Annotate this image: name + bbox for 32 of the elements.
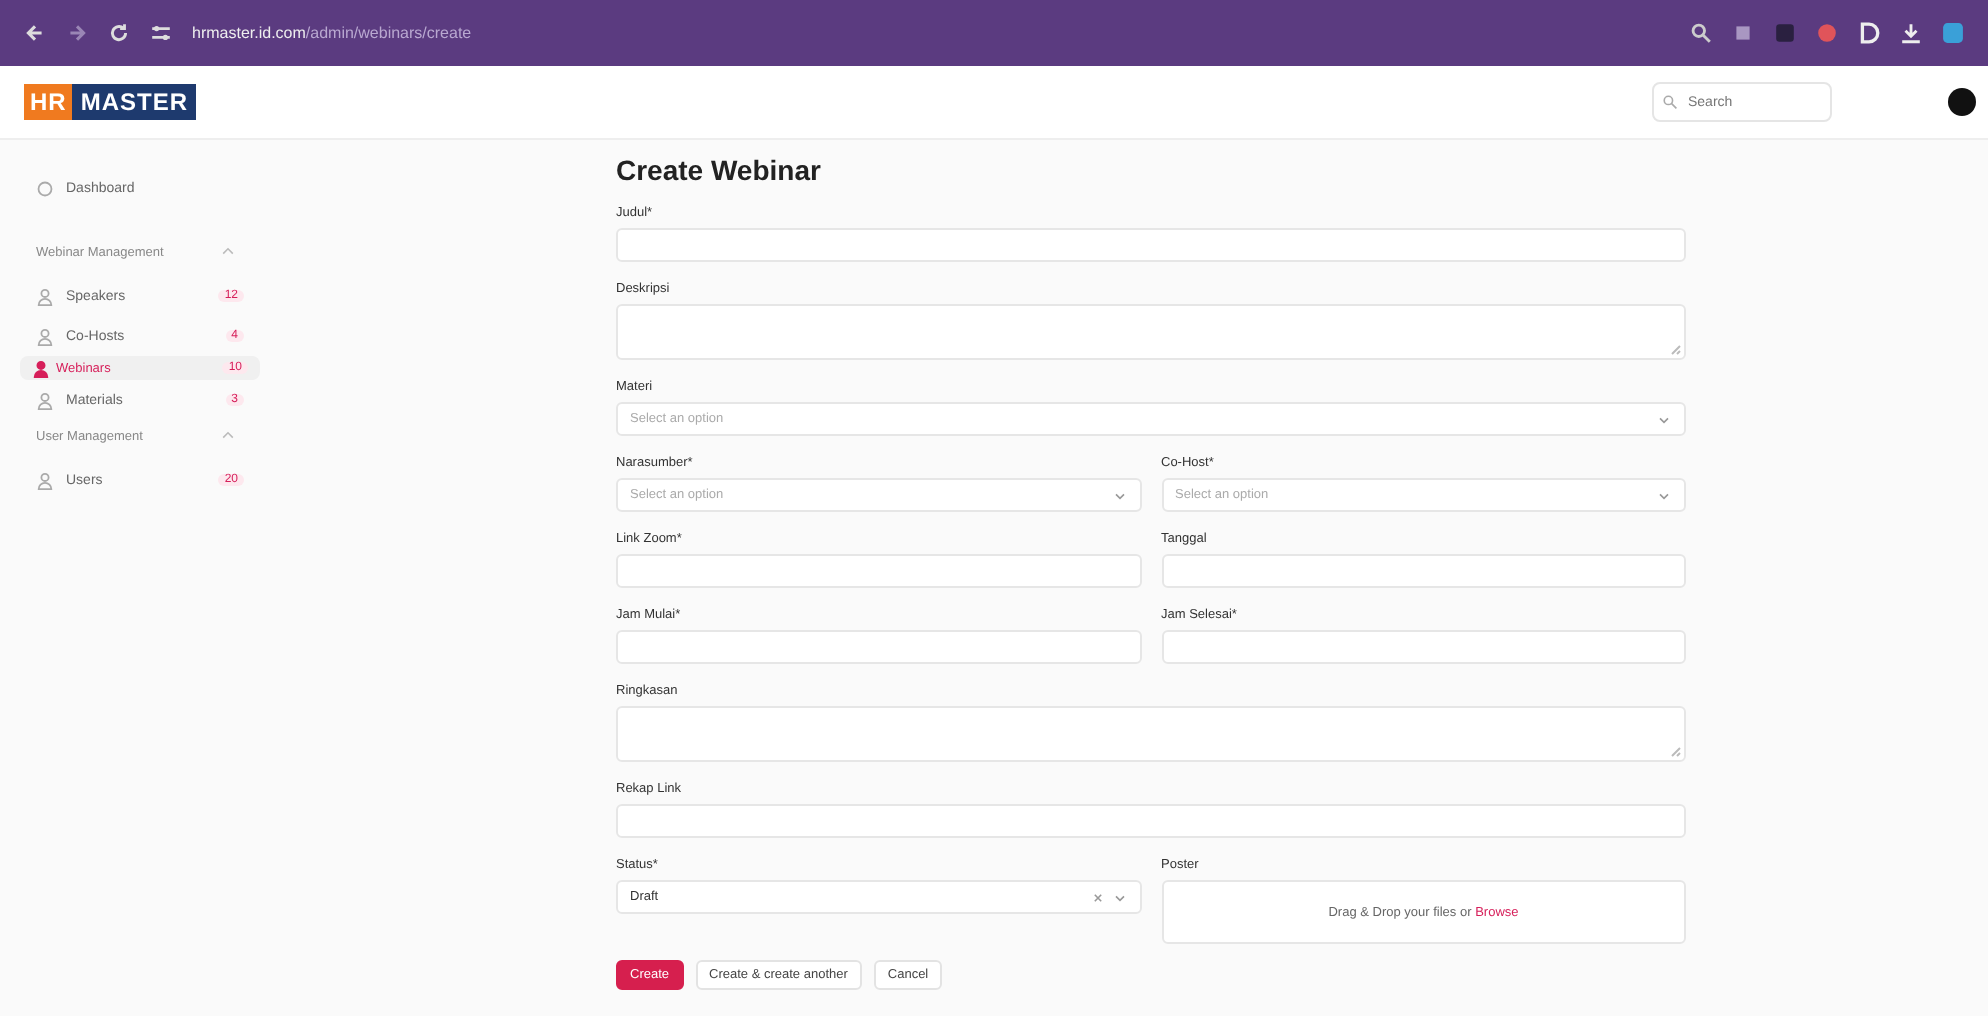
person-icon: [32, 359, 50, 377]
avatar[interactable]: [1948, 88, 1976, 116]
text-area[interactable]: [616, 304, 1686, 360]
profile-icon[interactable]: [1942, 22, 1964, 44]
extension-icon[interactable]: [1858, 22, 1880, 44]
home-icon: [36, 179, 54, 197]
input-field[interactable]: [616, 804, 1686, 838]
reload-icon[interactable]: [108, 22, 130, 44]
site-settings-icon[interactable]: [150, 22, 172, 44]
input-field[interactable]: [616, 228, 1686, 262]
download-icon[interactable]: [1900, 22, 1922, 44]
input-field[interactable]: [616, 630, 1141, 664]
resize-handle-icon[interactable]: [1670, 746, 1682, 758]
person-icon: [36, 327, 54, 345]
input-field[interactable]: [1161, 554, 1686, 588]
chevron-icon[interactable]: [220, 244, 236, 260]
person-icon: [36, 471, 54, 489]
back-icon[interactable]: [24, 22, 46, 44]
person-icon: [36, 391, 54, 409]
person-icon: [36, 287, 54, 305]
input-field[interactable]: [1161, 630, 1686, 664]
chevron-icon[interactable]: [220, 428, 236, 444]
zoom-icon[interactable]: [1690, 22, 1712, 44]
text-area[interactable]: [616, 706, 1686, 762]
address-bar[interactable]: hrmaster.id.com/admin/webinars/create: [192, 24, 472, 42]
page-title: Create Webinar: [616, 154, 823, 186]
bookmark-icon[interactable]: [1732, 22, 1754, 44]
resize-handle-icon[interactable]: [1670, 344, 1682, 356]
forward-icon[interactable]: [66, 22, 88, 44]
input-field[interactable]: [616, 554, 1141, 588]
clear-icon[interactable]: [1089, 889, 1105, 905]
search-icon: [1662, 94, 1678, 110]
